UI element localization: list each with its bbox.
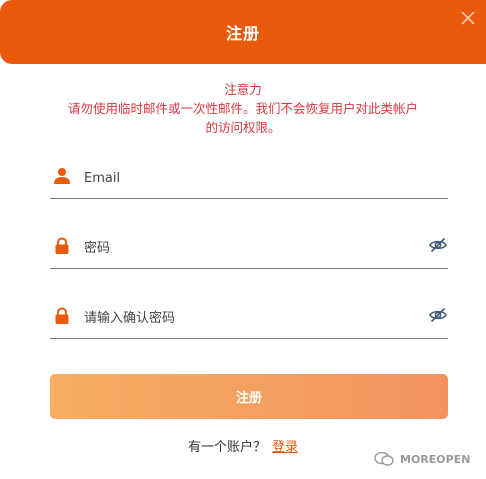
register-button[interactable]: 注册 [50,374,448,419]
watermark: MOREOPEN [374,451,470,467]
login-link[interactable]: 登录 [272,440,298,455]
eye-slash-icon[interactable] [428,305,448,325]
lock-icon [55,307,69,324]
password-field [50,231,448,269]
email-input[interactable] [84,167,404,189]
close-button[interactable] [458,8,478,28]
dialog-title: 注册 [225,24,260,43]
notice-line: 的访问权限。 [205,120,281,135]
dialog-header: 注册 [0,0,486,64]
confirm-password-field [50,301,448,339]
wechat-icon [374,452,394,466]
lock-icon [55,237,69,254]
notice-heading: 注意力 [224,82,262,97]
login-prompt-text: 有一个账户？ [187,440,266,455]
user-icon [54,168,70,184]
email-field [50,161,448,199]
notice-line: 请勿使用临时邮件或一次性邮件。我们不会恢复用户对此类帐户 [67,101,418,116]
close-icon [461,11,475,25]
watermark-text: MOREOPEN [400,452,471,466]
eye-slash-icon[interactable] [428,235,448,255]
password-input[interactable] [84,237,404,259]
warning-notice: 注意力 请勿使用临时邮件或一次性邮件。我们不会恢复用户对此类帐户 的访问权限。 [0,80,486,137]
confirm-password-input[interactable] [84,307,404,329]
